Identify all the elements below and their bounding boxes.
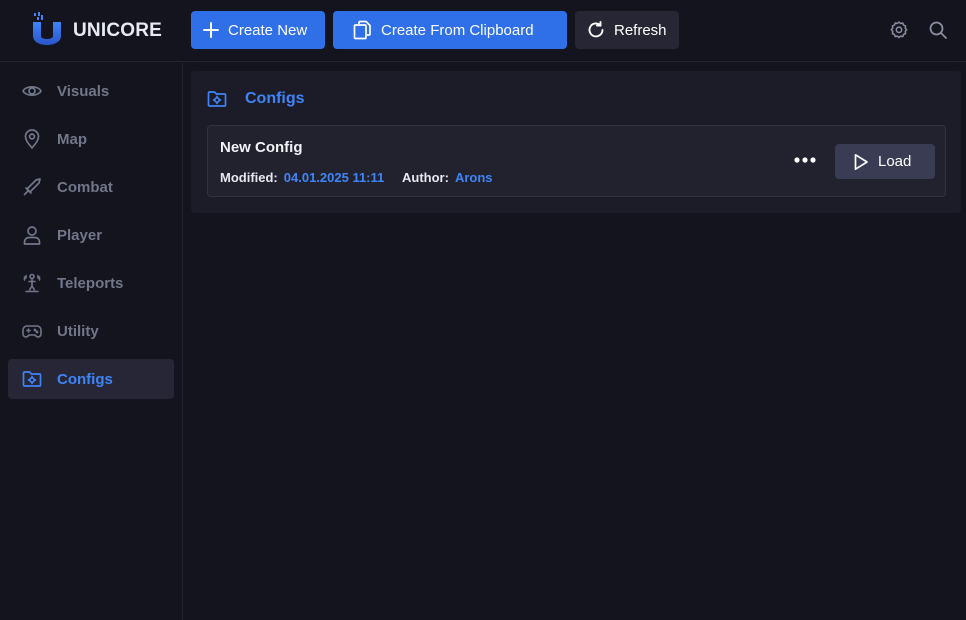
config-author: Author: Arons: [402, 170, 493, 185]
map-pin-icon: [24, 129, 40, 149]
eye-icon: [22, 86, 42, 96]
sidebar-item-visuals[interactable]: Visuals: [8, 71, 174, 111]
load-label: Load: [878, 153, 912, 170]
teleport-icon: [23, 273, 41, 293]
sidebar-item-configs[interactable]: Configs: [8, 359, 174, 399]
modified-value: 04.01.2025 11:11: [283, 170, 385, 185]
page-title: Configs: [245, 90, 305, 107]
more-options-icon[interactable]: [794, 153, 816, 167]
author-value: Arons: [454, 170, 493, 185]
load-button[interactable]: Load: [835, 144, 935, 179]
config-card: New Config Modified: 04.01.2025 11:11 Aut…: [207, 125, 946, 197]
author-label: Author:: [402, 170, 449, 185]
modified-label: Modified:: [220, 170, 278, 185]
folder-gear-icon: [207, 91, 227, 107]
search-icon[interactable]: [928, 20, 948, 40]
sidebar-item-label: Combat: [57, 179, 113, 196]
sidebar-item-teleports[interactable]: Teleports: [8, 263, 174, 303]
create-new-label: Create New: [228, 21, 308, 39]
sidebar-item-utility[interactable]: Utility: [8, 311, 174, 351]
top-bar: UNICORE Create New Create From Clipboard…: [0, 0, 966, 62]
sidebar-item-combat[interactable]: Combat: [8, 167, 174, 207]
create-from-clipboard-label: Create From Clipboard: [381, 21, 534, 39]
sidebar-item-map[interactable]: Map: [8, 119, 174, 159]
sidebar-item-label: Player: [57, 227, 103, 244]
sidebar-item-label: Configs: [57, 371, 113, 388]
play-icon: [854, 153, 868, 170]
sidebar-item-label: Map: [57, 131, 87, 148]
sidebar: Visuals Map Combat Player Teleports Util…: [0, 63, 183, 620]
refresh-label: Refresh: [614, 21, 667, 39]
sidebar-item-label: Teleports: [57, 275, 124, 292]
configs-panel: Configs New Config Modified: 04.01.2025 1…: [191, 71, 961, 213]
gear-icon[interactable]: [889, 20, 909, 40]
app-window: UNICORE Create New Create From Clipboard…: [0, 0, 966, 620]
brand-name: UNICORE: [73, 20, 163, 41]
sidebar-item-label: Utility: [57, 323, 99, 340]
create-new-button[interactable]: Create New: [191, 11, 325, 49]
config-modified: Modified: 04.01.2025 11:11: [220, 170, 384, 185]
sidebar-item-label: Visuals: [57, 83, 110, 100]
unicore-logo: [33, 12, 61, 45]
gamepad-icon: [22, 325, 42, 338]
plus-icon: [203, 22, 219, 38]
sword-icon: [23, 178, 41, 196]
sidebar-item-player[interactable]: Player: [8, 215, 174, 255]
config-name: New Config: [220, 139, 303, 156]
refresh-button[interactable]: Refresh: [575, 11, 679, 49]
create-from-clipboard-button[interactable]: Create From Clipboard: [333, 11, 567, 49]
user-icon: [23, 226, 41, 245]
folder-gear-icon: [22, 371, 42, 387]
refresh-icon: [588, 21, 604, 38]
clipboard-copy-icon: [353, 20, 371, 40]
